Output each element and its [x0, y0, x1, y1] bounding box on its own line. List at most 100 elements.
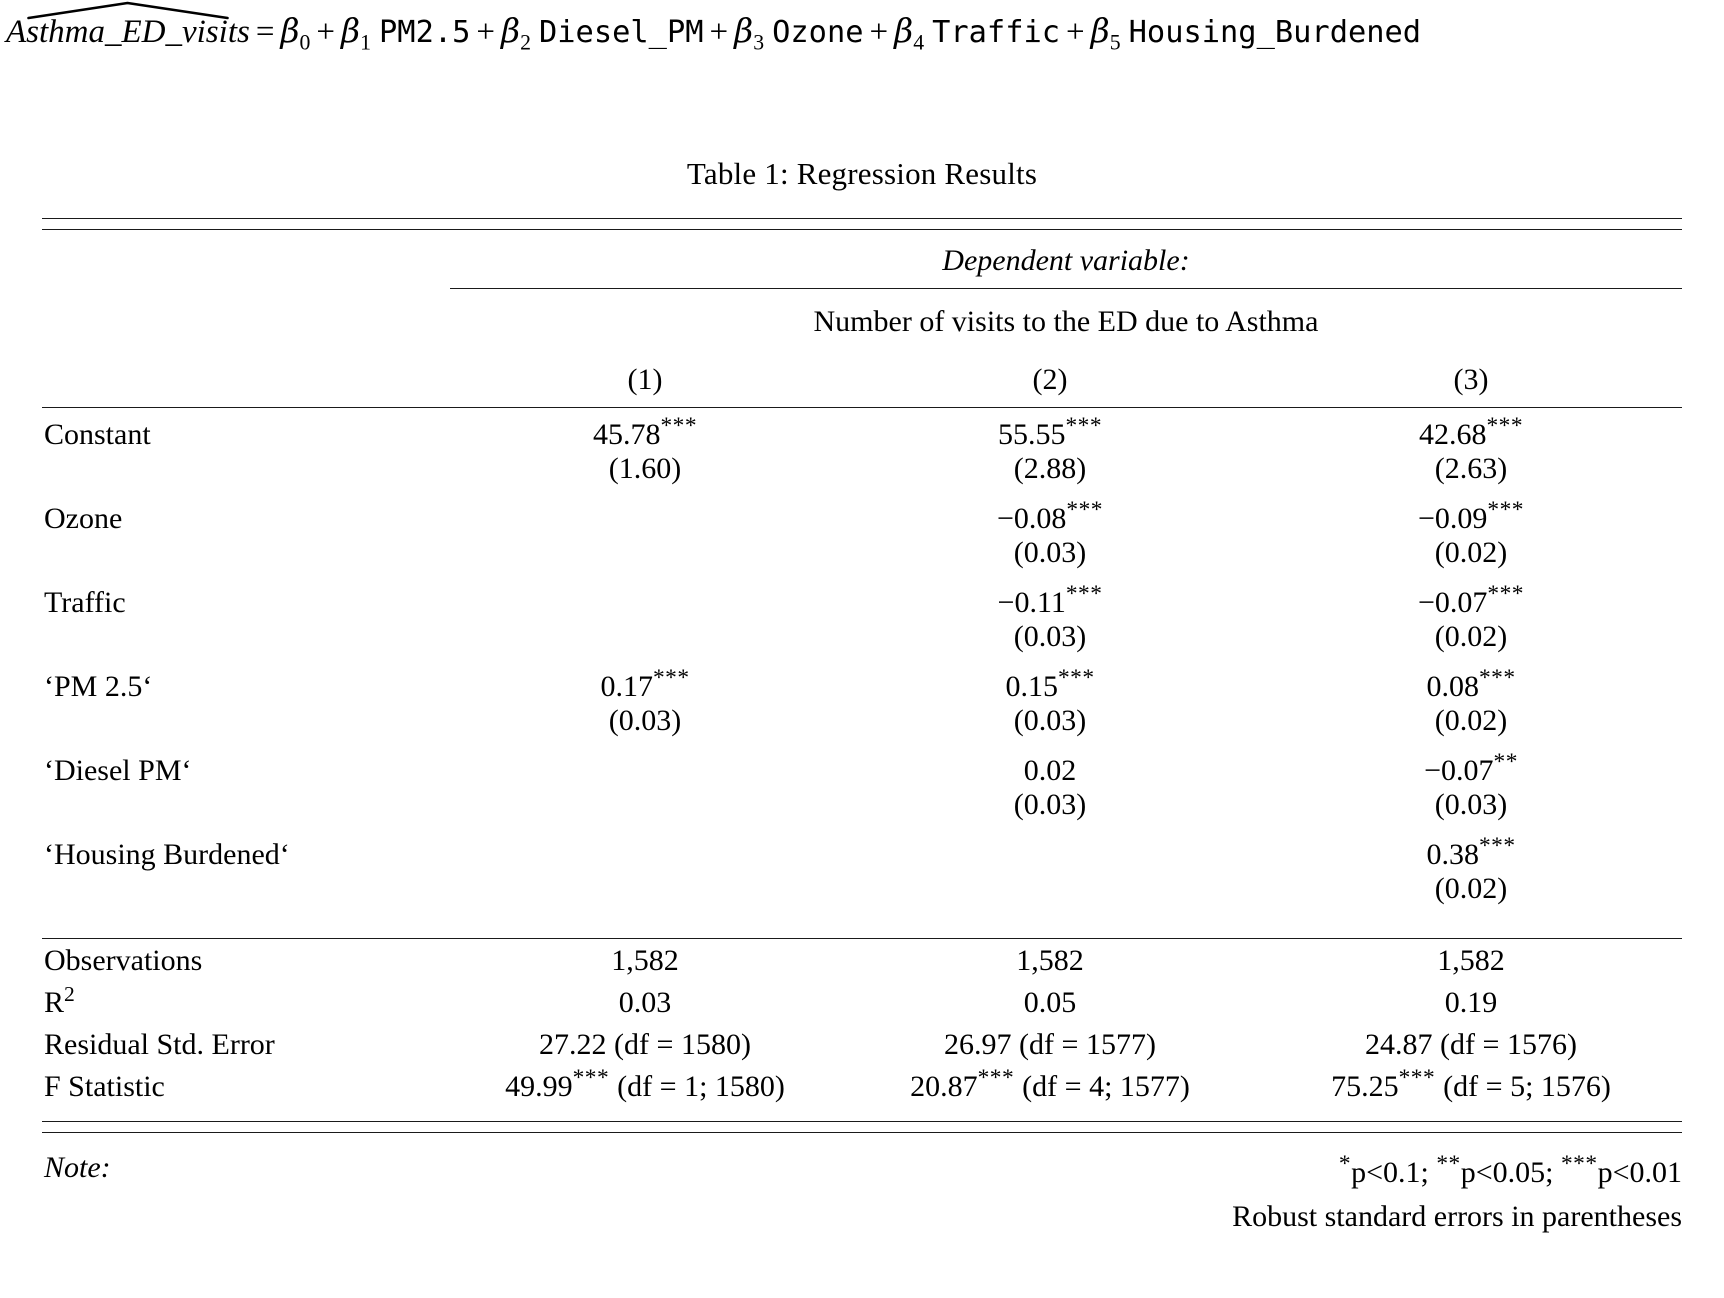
note-significance-levels: *p<0.1; **p<0.05; ***p<0.01	[1338, 1151, 1682, 1189]
table-caption: Table 1: Regression Results	[686, 156, 1038, 191]
significance-stars: ***	[1057, 665, 1095, 691]
column-header-3: (3)	[1453, 363, 1489, 396]
coef-traffic-model1	[450, 576, 840, 620]
se-traffic-model1	[450, 620, 840, 660]
table-row: Constant 45.78*** 55.55*** 42.68***	[42, 408, 1682, 453]
dependent-variable-name-row: Number of visits to the ED due to Asthma	[42, 289, 1682, 354]
stat-r-squared-model1: 0.03	[618, 986, 672, 1019]
table-note-row: Note: *p<0.1; **p<0.05; ***p<0.01 Robust…	[42, 1133, 1682, 1239]
stat-residual-std-error-model1: 27.22 (df = 1580)	[539, 1028, 751, 1061]
se-constant-model3: (2.63)	[1434, 452, 1508, 485]
coef-traffic-model3: −0.07***	[1417, 581, 1524, 619]
table-row-stat-residual-std-error: Residual Std. Error 27.22 (df = 1580) 26…	[42, 1023, 1682, 1065]
coef-housing-burdened-model2	[840, 828, 1260, 872]
se-constant-model2: (2.88)	[1013, 452, 1087, 485]
stat-residual-std-error-model2: 26.97 (df = 1577)	[944, 1028, 1156, 1061]
equation-equals: =	[255, 14, 275, 50]
equation-var-housing-burdened: Housing_Burdened	[1128, 15, 1422, 50]
stat-f-statistic-model2: 20.87*** (df = 4; 1577)	[910, 1065, 1190, 1103]
significance-stars: ***	[1398, 1065, 1436, 1091]
coef-pm25-model3: 0.08***	[1426, 665, 1516, 703]
table-row-stat-r-squared: R2 0.03 0.05 0.19	[42, 981, 1682, 1023]
regression-equation: Asthma_ED_visits = β0 + β1 PM2.5 + β2 Diesel_PM +…	[6, 1, 1718, 55]
significance-stars: ***	[1486, 413, 1524, 439]
variable-label-diesel-pm: ‘Diesel PM‘	[44, 754, 192, 787]
dependent-variable-label: Dependent variable:	[942, 244, 1190, 277]
significance-stars: ***	[1065, 581, 1103, 607]
significance-stars: ***	[1487, 581, 1524, 607]
equation-plus-3: +	[709, 14, 729, 50]
table-spacer	[42, 912, 1682, 938]
equation-var-diesel-pm: Diesel_PM	[539, 15, 704, 50]
regression-table-container: Table 1: Regression Results Dependent va…	[42, 156, 1682, 1238]
coef-pm25-model1: 0.17***	[600, 665, 690, 703]
significance-stars: ***	[1065, 413, 1103, 439]
stat-label-f-statistic: F Statistic	[44, 1070, 165, 1103]
note-label: Note:	[44, 1151, 111, 1184]
coef-ozone-model3: −0.09***	[1417, 497, 1524, 535]
note-standard-errors: Robust standard errors in parentheses	[1232, 1199, 1682, 1233]
stat-f-statistic-model3: 75.25*** (df = 5; 1576)	[1331, 1065, 1611, 1103]
equation-var-ozone: Ozone	[772, 15, 864, 50]
table-row: ‘Diesel PM‘ 0.02 −0.07**	[42, 744, 1682, 788]
table-row: ‘PM 2.5‘ 0.17*** 0.15*** 0.08***	[42, 660, 1682, 704]
significance-stars: **	[1493, 749, 1518, 775]
table-row: Ozone −0.08*** −0.09***	[42, 492, 1682, 536]
equation-plus-1: +	[316, 14, 336, 50]
coef-pm25-model2: 0.15***	[1005, 665, 1095, 703]
coef-housing-burdened-model3: 0.38***	[1426, 833, 1516, 871]
coef-constant-model2: 55.55***	[997, 413, 1103, 451]
se-diesel-pm-model1	[450, 788, 840, 828]
significance-stars: ***	[977, 1065, 1015, 1091]
coef-ozone-model2: −0.08***	[996, 497, 1103, 535]
table-row-se: (0.03) (0.03) (0.02)	[42, 704, 1682, 744]
stat-observations-model2: 1,582	[1016, 944, 1084, 977]
equation-plus-4: +	[869, 14, 889, 50]
se-pm25-model1: (0.03)	[608, 704, 682, 737]
stat-label-r-squared: R2	[44, 982, 75, 1019]
significance-stars: ***	[572, 1065, 610, 1091]
note-body: *p<0.1; **p<0.05; ***p<0.01 Robust stand…	[450, 1133, 1682, 1239]
coef-constant-model3: 42.68***	[1418, 413, 1524, 451]
stat-f-statistic-model1: 49.99*** (df = 1; 1580)	[505, 1065, 785, 1103]
se-ozone-model3: (0.02)	[1434, 536, 1508, 569]
table-row-stat-f-statistic: F Statistic 49.99*** (df = 1; 1580) 20.87…	[42, 1065, 1682, 1107]
dependent-variable-header-row: Dependent variable:	[42, 230, 1682, 289]
equation-beta-0: β0	[280, 11, 311, 55]
table-row-stat-observations: Observations 1,582 1,582 1,582	[42, 939, 1682, 982]
se-pm25-model2: (0.03)	[1013, 704, 1087, 737]
equation-beta-1: β1	[341, 11, 372, 55]
variable-label-housing-burdened: ‘Housing Burdened‘	[44, 838, 290, 871]
equation-var-traffic: Traffic	[932, 15, 1061, 50]
equation-beta-5: β5	[1090, 11, 1121, 55]
se-pm25-model3: (0.02)	[1434, 704, 1508, 737]
table-row-se: (0.03) (0.02)	[42, 536, 1682, 576]
variable-label-ozone: Ozone	[44, 502, 123, 535]
table-bottom-double-rule	[42, 1121, 1682, 1133]
coef-diesel-pm-model2: 0.02	[1023, 754, 1077, 787]
se-traffic-model3: (0.02)	[1434, 620, 1508, 653]
variable-label-traffic: Traffic	[44, 586, 126, 619]
se-housing-burdened-model3: (0.02)	[1434, 872, 1508, 905]
regression-results-table: Dependent variable: Number of visits to …	[42, 218, 1682, 1238]
significance-stars: ***	[652, 665, 690, 691]
table-row-se: (0.03) (0.03)	[42, 788, 1682, 828]
se-traffic-model2: (0.03)	[1013, 620, 1087, 653]
equation-var-pm25: PM2.5	[379, 15, 471, 50]
equation-beta-2: β2	[501, 11, 531, 55]
coef-housing-burdened-model1	[450, 828, 840, 872]
se-housing-burdened-model2	[840, 872, 1260, 912]
table-top-double-rule	[42, 218, 1682, 230]
page-canvas: Asthma_ED_visits = β0 + β1 PM2.5 + β2 Diesel_PM +…	[0, 0, 1724, 1298]
significance-stars: ***	[660, 413, 698, 439]
variable-label-pm25: ‘PM 2.5‘	[44, 670, 153, 703]
table-row: ‘Housing Burdened‘ 0.38***	[42, 828, 1682, 872]
significance-stars: ***	[1478, 665, 1516, 691]
coef-traffic-model2: −0.11***	[997, 581, 1103, 619]
se-ozone-model1	[450, 536, 840, 576]
coef-ozone-model1	[450, 492, 840, 536]
coef-diesel-pm-model3: −0.07**	[1424, 749, 1518, 787]
column-header-1: (1)	[627, 363, 663, 396]
se-constant-model1: (1.60)	[608, 452, 682, 485]
stat-r-squared-model2: 0.05	[1023, 986, 1077, 1019]
